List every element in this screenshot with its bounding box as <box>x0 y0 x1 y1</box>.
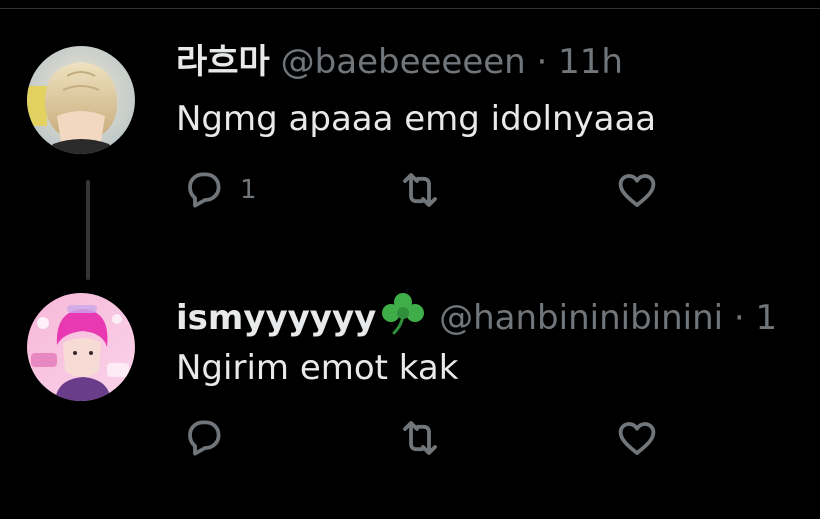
like-icon <box>618 174 656 207</box>
avatar-blond-person-icon <box>27 46 135 154</box>
retweet-button[interactable] <box>396 414 444 462</box>
avatar-pink-hair-person-icon <box>27 293 135 401</box>
separator: · <box>733 298 745 338</box>
reply-button[interactable]: 1 <box>180 166 257 214</box>
timestamp[interactable]: 1 <box>756 298 778 338</box>
thread-connector-line <box>86 180 90 280</box>
like-button[interactable] <box>613 166 661 214</box>
tweet-text: Ngirim emot kak <box>176 348 459 388</box>
tweet-header: ismyyyyyy @hanbininibinini · 1 <box>176 291 777 344</box>
tweet-1[interactable]: 라흐마 @baebeeeeen · 11h Ngmg apaaa emg ido… <box>0 0 820 280</box>
avatar[interactable] <box>27 293 135 401</box>
retweet-icon <box>403 173 437 207</box>
retweet-icon <box>403 421 437 455</box>
reply-button[interactable] <box>180 414 240 462</box>
tweet-text: Ngmg apaaa emg idolnyaaa <box>176 99 657 139</box>
reply-icon <box>188 172 221 208</box>
tweet-header: 라흐마 @baebeeeeen · 11h <box>176 42 623 82</box>
shamrock-icon <box>378 291 428 344</box>
tweet-2[interactable]: ismyyyyyy @hanbininibinini · 1 Ngirim em… <box>0 280 820 519</box>
retweet-button[interactable] <box>396 166 444 214</box>
timestamp[interactable]: 11h <box>558 42 623 82</box>
like-icon <box>618 422 656 455</box>
display-name[interactable]: 라흐마 <box>176 42 270 82</box>
avatar[interactable] <box>27 46 135 154</box>
like-button[interactable] <box>613 414 661 462</box>
separator: · <box>536 42 548 82</box>
handle[interactable]: @baebeeeeen <box>281 42 526 82</box>
reply-icon <box>188 420 221 456</box>
handle[interactable]: @hanbininibinini <box>439 298 723 338</box>
display-name[interactable]: ismyyyyyy <box>176 298 376 338</box>
reply-count: 1 <box>240 175 257 205</box>
